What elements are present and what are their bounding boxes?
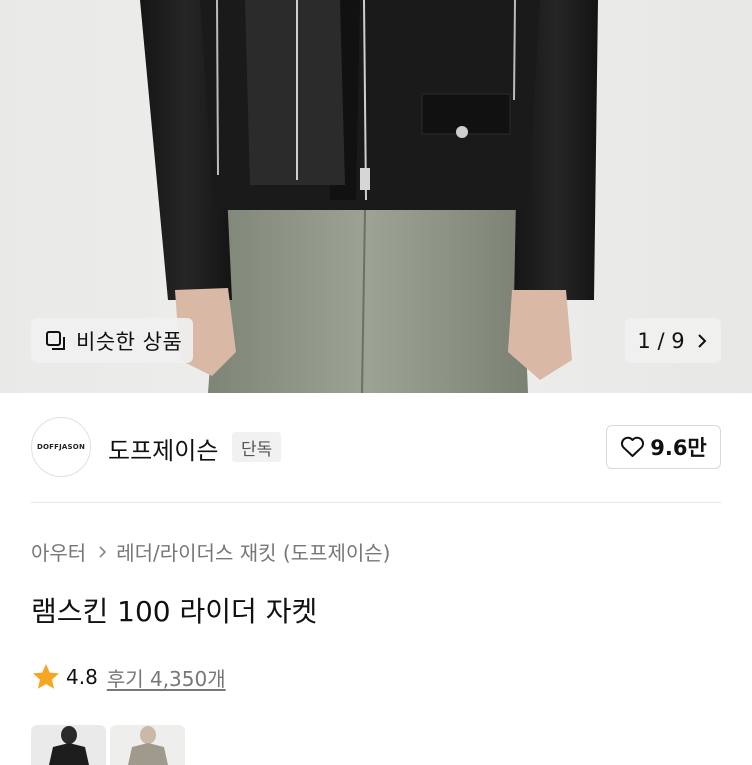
brand-logo-text: DOFFJASON [37,443,85,451]
chevron-right-icon [695,332,709,350]
exclusive-badge: 단독 [232,432,282,462]
product-image[interactable]: 비슷한 상품 1 / 9 [0,0,752,393]
like-count: 9.6만 [650,436,707,460]
divider [31,502,721,503]
thumbnail-image[interactable] [110,725,185,765]
thumbnail-image[interactable] [31,725,106,765]
star-icon [33,664,59,689]
chevron-right-icon [98,540,108,564]
breadcrumb-item-outer[interactable]: 아우터 [31,537,86,566]
like-button[interactable]: 9.6만 [606,425,721,469]
breadcrumb-item-leather-jacket[interactable]: 레더/라이더스 재킷 (도프제이슨) [116,537,390,566]
thumbnail-strip [31,725,185,765]
product-title: 램스킨 100 라이더 자켓 [31,595,318,628]
similar-items-button[interactable]: 비슷한 상품 [31,318,193,363]
brand-name[interactable]: 도프제이슨 [108,431,218,466]
image-page-indicator: 1 / 9 [637,328,685,353]
brand-row: DOFFJASON 도프제이슨 단독 9.6만 [0,393,752,503]
brand-logo[interactable]: DOFFJASON [31,417,91,477]
rating-row: 4.8 후기 4,350개 [31,662,226,692]
rating-score: 4.8 [66,665,98,689]
similar-items-icon [45,330,67,352]
review-count-link[interactable]: 후기 4,350개 [107,663,226,692]
heart-outline-icon [621,436,645,457]
similar-items-label: 비슷한 상품 [76,329,183,354]
image-pager[interactable]: 1 / 9 [625,318,721,363]
breadcrumb: 아우터 레더/라이더스 재킷 (도프제이슨) [31,537,390,566]
